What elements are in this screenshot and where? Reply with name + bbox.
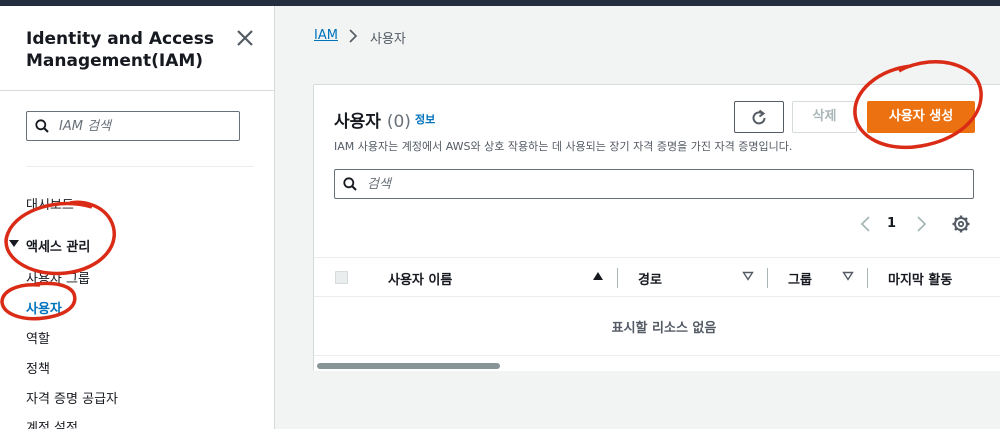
- column-divider: [767, 268, 768, 288]
- search-icon: [343, 177, 357, 191]
- sidebar: Identity and Access Management(IAM) 대시보드…: [0, 6, 275, 429]
- column-header-path[interactable]: 경로: [638, 269, 662, 288]
- sidebar-section-access-management[interactable]: 액세스 관리: [26, 236, 90, 255]
- gear-icon[interactable]: [952, 215, 970, 233]
- select-all-checkbox[interactable]: [335, 271, 348, 284]
- column-header-last-activity[interactable]: 마지막 활동: [888, 269, 952, 288]
- panel-title: 사용자 (0): [334, 107, 411, 132]
- create-user-button[interactable]: 사용자 생성: [867, 101, 975, 133]
- sidebar-divider: [0, 90, 274, 91]
- table-header: 사용자 이름 경로 그룹 마지막 활동: [314, 257, 1000, 297]
- column-header-user-name[interactable]: 사용자 이름: [388, 269, 452, 288]
- panel-description: IAM 사용자는 계정에서 AWS와 상호 작용하는 데 사용되는 장기 자격 …: [334, 140, 793, 153]
- sidebar-item-user-groups[interactable]: 사용자 그룹: [26, 268, 90, 287]
- delete-button[interactable]: 삭제: [792, 101, 857, 133]
- page-number[interactable]: 1: [887, 216, 896, 231]
- breadcrumb-current: 사용자: [370, 32, 406, 47]
- info-link[interactable]: 정보: [415, 111, 435, 127]
- chevron-right-icon[interactable]: [914, 215, 928, 233]
- sort-up-icon[interactable]: [592, 271, 604, 281]
- breadcrumb-iam-link[interactable]: IAM: [314, 28, 338, 43]
- sidebar-item-roles[interactable]: 역할: [26, 328, 50, 347]
- close-icon[interactable]: [235, 28, 255, 48]
- sort-down-icon[interactable]: [842, 271, 854, 281]
- refresh-button[interactable]: [734, 101, 784, 133]
- column-header-groups[interactable]: 그룹: [788, 269, 812, 288]
- search-icon: [35, 119, 49, 133]
- caret-down-icon[interactable]: [9, 240, 19, 247]
- sidebar-item-policies[interactable]: 정책: [26, 358, 50, 377]
- users-panel: 사용자 (0) 정보 IAM 사용자는 계정에서 AWS와 상호 작용하는 데 …: [313, 84, 1000, 371]
- column-divider: [617, 268, 618, 288]
- sidebar-search-field[interactable]: [26, 111, 240, 141]
- sidebar-title: Identity and Access Management(IAM): [26, 29, 214, 71]
- sidebar-search-input[interactable]: [59, 117, 229, 135]
- chevron-left-icon[interactable]: [859, 215, 873, 233]
- panel-title-text: 사용자: [334, 112, 381, 132]
- column-divider: [867, 268, 868, 288]
- chevron-right-icon: [349, 29, 358, 43]
- user-search-input[interactable]: [367, 175, 947, 193]
- sort-down-icon[interactable]: [742, 271, 754, 281]
- table-divider: [314, 355, 1000, 356]
- empty-state-text: 표시할 리소스 없음: [611, 321, 717, 336]
- refresh-icon: [752, 109, 766, 125]
- user-search-field[interactable]: [334, 169, 974, 199]
- sidebar-item-account-settings[interactable]: 계정 설정: [26, 417, 78, 429]
- sidebar-item-identity-providers[interactable]: 자격 증명 공급자: [26, 388, 118, 407]
- scrollbar-thumb[interactable]: [317, 363, 500, 369]
- sidebar-item-users[interactable]: 사용자: [26, 298, 62, 317]
- user-count: (0): [386, 112, 411, 132]
- sidebar-item-dashboard[interactable]: 대시보드: [26, 194, 74, 213]
- sidebar-divider: [26, 166, 254, 167]
- breadcrumb: IAM 사용자: [314, 28, 406, 47]
